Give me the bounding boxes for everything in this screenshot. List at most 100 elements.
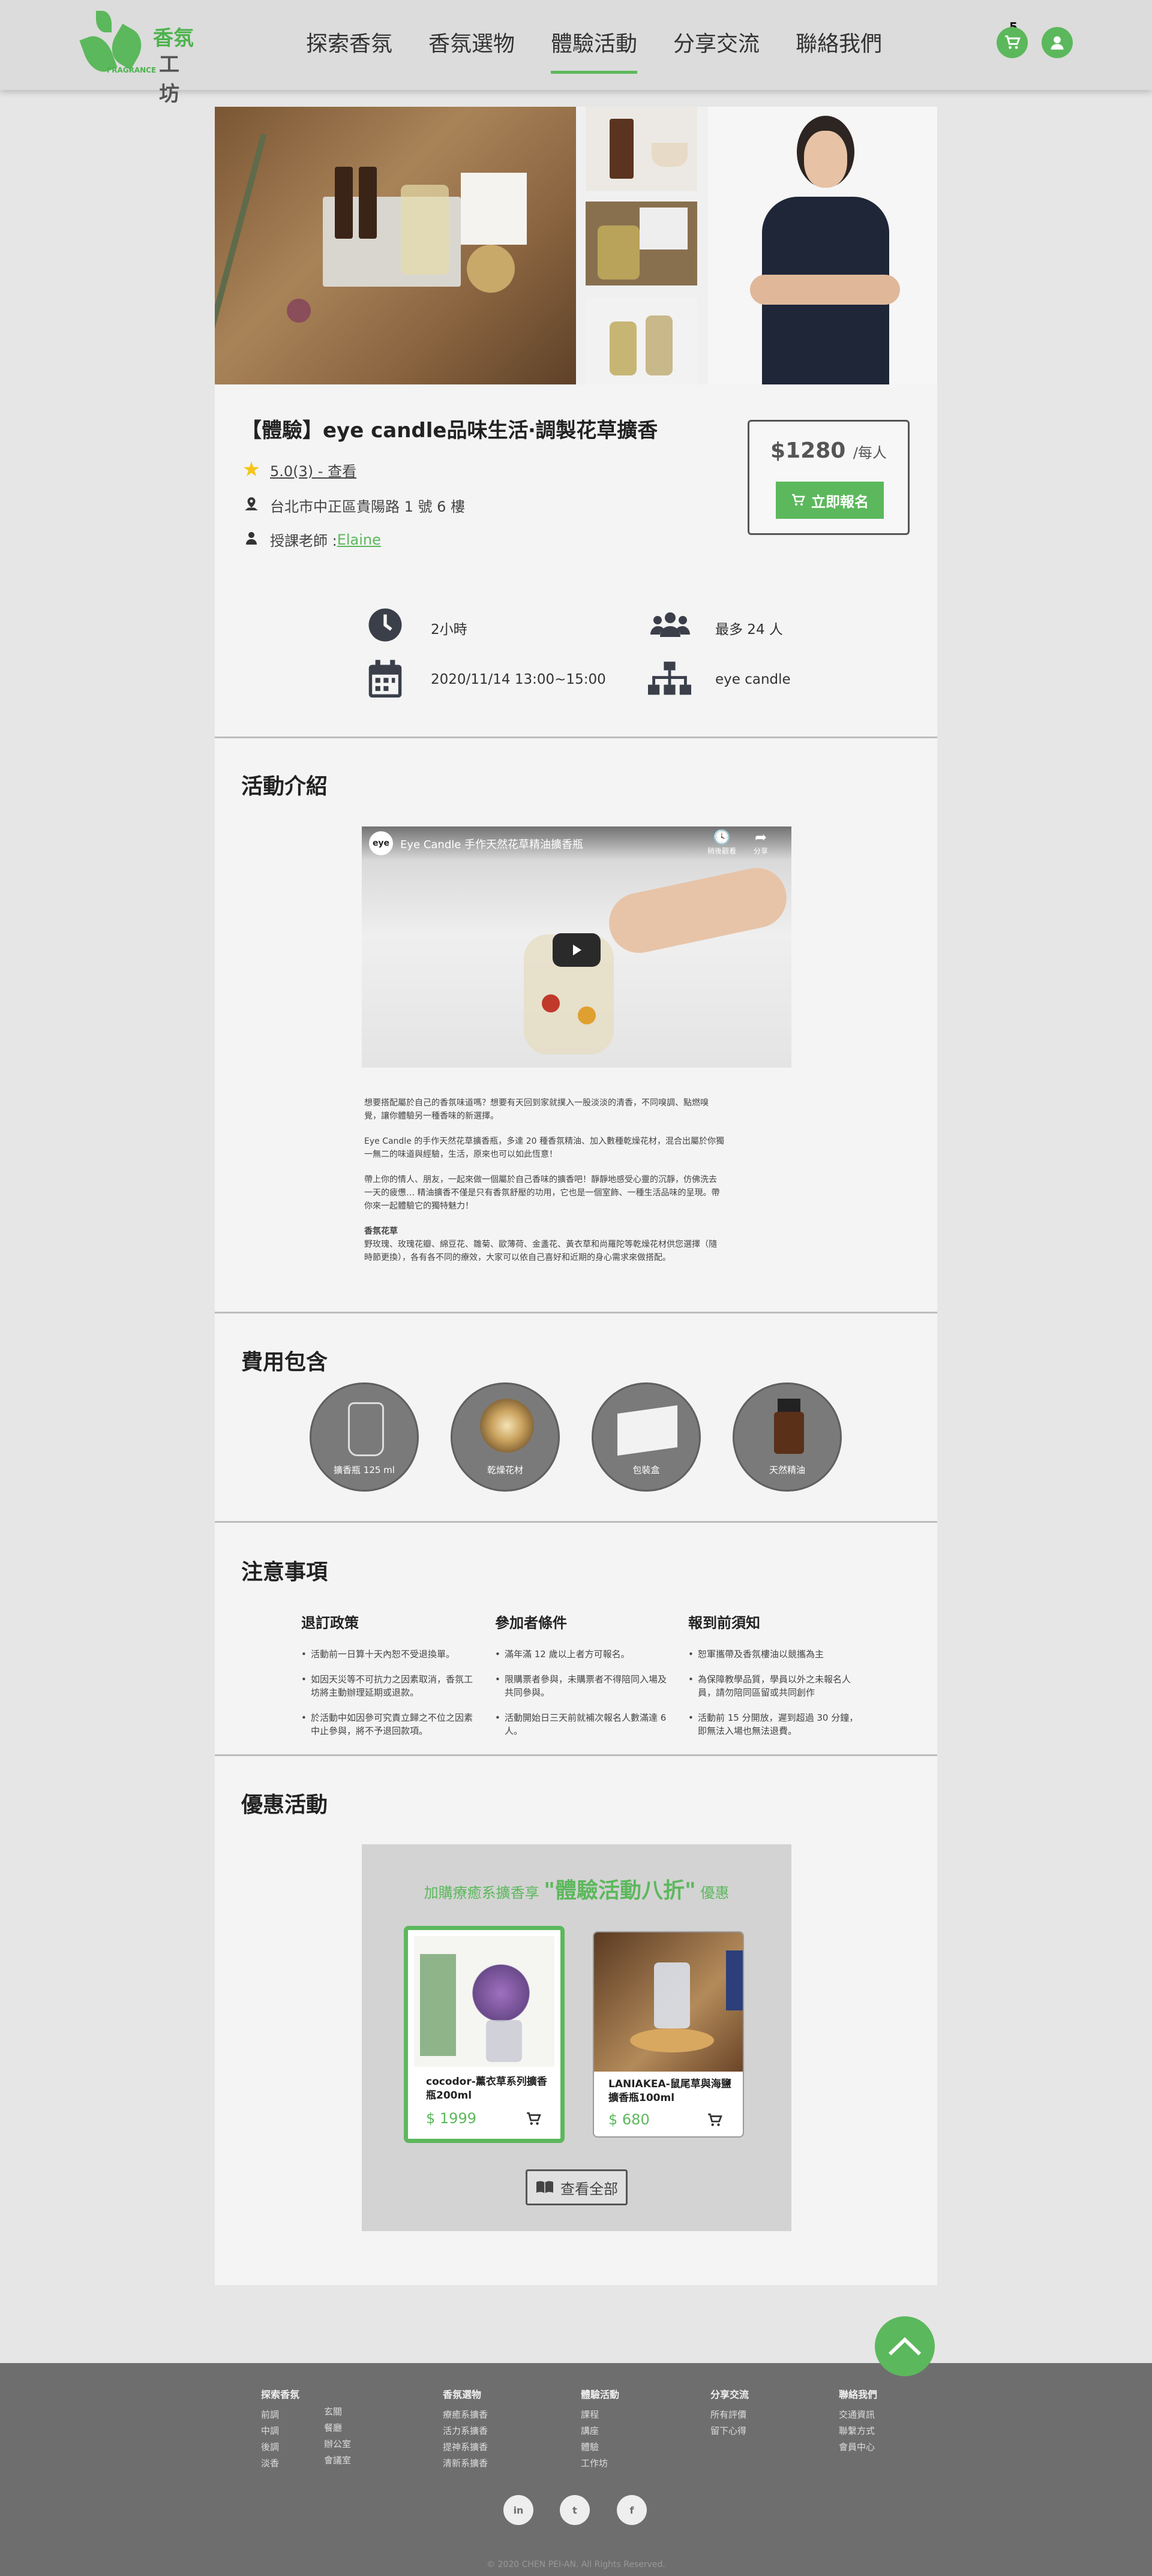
photo-gallery xyxy=(215,107,937,384)
footer-link[interactable]: 後調 xyxy=(261,2439,299,2455)
thumb-photo-1[interactable] xyxy=(586,107,697,191)
footer-column-share: 分享交流 所有評價 留下心得 xyxy=(710,2386,749,2439)
share-button[interactable]: ➦ 分享 xyxy=(746,829,776,856)
apply-button[interactable]: 立即報名 xyxy=(776,482,884,519)
footer-link[interactable]: 前調 xyxy=(261,2407,299,2423)
fee-item-label: 包裝盒 xyxy=(632,1465,660,1475)
promo-banner-suffix: 優惠 xyxy=(695,1884,730,1901)
back-to-top-button[interactable] xyxy=(875,2316,935,2376)
product-image[interactable] xyxy=(594,1932,743,2072)
person-icon xyxy=(241,531,262,549)
footer-link[interactable]: 會議室 xyxy=(324,2452,351,2469)
product-image[interactable] xyxy=(414,1936,554,2067)
teacher-label: 授課老師 : xyxy=(270,533,337,549)
site-footer xyxy=(0,2363,1152,2576)
view-all-label: 查看全部 xyxy=(560,2180,618,2198)
channel-avatar[interactable]: eye xyxy=(369,831,393,855)
cart-button[interactable] xyxy=(997,27,1028,58)
footer-link[interactable]: 玄關 xyxy=(324,2404,351,2420)
footer-link[interactable]: 講座 xyxy=(581,2423,619,2439)
notes-item: 活動開始日三天前就補次報名人數滿達 6 人。 xyxy=(495,1711,669,1738)
footer-link[interactable]: 課程 xyxy=(581,2407,619,2423)
nav-share[interactable]: 分享交流 xyxy=(673,26,760,74)
footer-link[interactable]: 活力系擴香 xyxy=(443,2423,488,2439)
footer-link[interactable]: 淡香 xyxy=(261,2455,299,2472)
view-all-button[interactable]: 查看全部 xyxy=(526,2169,628,2205)
capacity-text: 最多 24 人 xyxy=(715,622,783,638)
footer-link[interactable]: 提神系擴香 xyxy=(443,2439,488,2455)
cart-icon xyxy=(792,494,805,506)
box-icon xyxy=(617,1405,677,1456)
product-price: $ 680 xyxy=(608,2111,650,2128)
chevron-up-icon xyxy=(888,2337,922,2356)
section-divider xyxy=(215,1521,937,1523)
intro-paragraph: 帶上你的情人、朋友，一起來做一個屬於自己香味的擴香吧！靜靜地感受心靈的沉靜，仿佛… xyxy=(364,1175,720,1211)
footer-link[interactable]: 體驗 xyxy=(581,2439,619,2455)
user-button[interactable] xyxy=(1042,27,1073,58)
footer-link[interactable]: 清新系擴香 xyxy=(443,2455,488,2472)
calendar-icon xyxy=(367,660,403,703)
footer-column-contact: 聯絡我們 交通資訊 聯繫方式 會員中心 xyxy=(839,2386,877,2455)
video-title[interactable]: Eye Candle 手作天然花草精油擴香瓶 xyxy=(400,836,583,852)
footer-link[interactable]: 交通資訊 xyxy=(839,2407,877,2423)
notes-heading: 退訂政策 xyxy=(301,1615,359,1631)
footer-link[interactable]: 辦公室 xyxy=(324,2436,351,2452)
price-unit: /每人 xyxy=(853,444,887,461)
main-nav: 探索香氛 香氛選物 體驗活動 分享交流 聯絡我們 xyxy=(306,26,882,74)
section-divider xyxy=(215,737,937,738)
notes-heading: 報到前須知 xyxy=(688,1615,760,1631)
add-to-cart-icon[interactable] xyxy=(707,2112,722,2130)
footer-link[interactable]: 工作坊 xyxy=(581,2455,619,2472)
nav-products[interactable]: 香氛選物 xyxy=(428,26,515,74)
nav-experiences[interactable]: 體驗活動 xyxy=(551,26,638,74)
footer-heading: 探索香氛 xyxy=(261,2389,300,2400)
organization-icon xyxy=(648,661,691,701)
rating-link[interactable]: 5.0(3) - 查看 xyxy=(270,459,356,480)
product-card[interactable]: LANIAKEA-鼠尾草與海鹽擴香瓶100ml $ 680 xyxy=(593,1931,744,2138)
facebook-icon[interactable]: f xyxy=(617,2495,647,2525)
product-name[interactable]: cocodor-薰衣草系列擴香瓶200ml xyxy=(426,2075,552,2103)
teacher-photo[interactable] xyxy=(708,107,937,384)
play-icon xyxy=(573,945,581,955)
footer-heading xyxy=(324,2386,351,2398)
notes-item: 活動前 15 分開放，遲到超過 30 分鐘，即無法入場也無法退費。 xyxy=(688,1711,862,1738)
play-button[interactable] xyxy=(553,933,601,967)
notes-heading: 參加者條件 xyxy=(495,1615,567,1631)
footer-heading: 聯絡我們 xyxy=(839,2389,878,2400)
notes-item: 為保障教學品質，學員以外之未報名人員，請勿陪同區留或共同創作 xyxy=(688,1673,862,1699)
footer-link[interactable]: 所有評價 xyxy=(710,2407,749,2423)
nav-contact[interactable]: 聯絡我們 xyxy=(796,26,882,74)
cart-icon xyxy=(1005,35,1021,49)
fee-item-box: 包裝盒 xyxy=(592,1382,701,1492)
logo-leaf-top xyxy=(96,11,112,32)
footer-link[interactable]: 會員中心 xyxy=(839,2439,877,2455)
add-to-cart-icon[interactable] xyxy=(526,2111,541,2129)
footer-link[interactable]: 留下心得 xyxy=(710,2423,749,2439)
intro-subtitle: 香氛花草 xyxy=(364,1227,398,1236)
teacher-link[interactable]: Elaine xyxy=(337,531,381,548)
footer-link[interactable]: 中調 xyxy=(261,2423,299,2439)
address-row: 台北市中正區貴陽路 1 號 6 樓 xyxy=(241,495,658,516)
promo-banner: 加購療癒系擴香享 "體驗活動八折" 優惠 xyxy=(362,1873,791,1904)
datetime-text: 2020/11/14 13:00~15:00 xyxy=(431,672,606,687)
logo[interactable]: 香氛 工坊 FRAGRANCE xyxy=(78,11,198,106)
main-photo[interactable] xyxy=(215,107,576,384)
nav-explore[interactable]: 探索香氛 xyxy=(306,26,392,74)
promo-title: 優惠活動 xyxy=(241,1793,328,1817)
thumb-photo-3[interactable] xyxy=(586,297,697,384)
twitter-icon[interactable]: t xyxy=(560,2495,590,2525)
footer-link[interactable]: 餐廳 xyxy=(324,2420,351,2436)
flower-icon xyxy=(480,1399,534,1453)
linkedin-icon[interactable]: in xyxy=(503,2495,533,2525)
footer-link[interactable]: 聯繫方式 xyxy=(839,2423,877,2439)
watch-later-button[interactable]: 🕓 稍後觀看 xyxy=(705,829,739,856)
teacher-row: 授課老師 : Elaine xyxy=(241,529,658,550)
clock-icon xyxy=(367,607,403,647)
video-player[interactable]: eye Eye Candle 手作天然花草精油擴香瓶 🕓 稍後觀看 ➦ 分享 xyxy=(362,826,791,1068)
product-card[interactable]: cocodor-薰衣草系列擴香瓶200ml $ 1999 xyxy=(404,1926,565,2143)
footer-link[interactable]: 療癒系擴香 xyxy=(443,2407,488,2423)
notes-item: 限購票者參與，未購票者不得陪同入場及共同參與。 xyxy=(495,1673,669,1699)
thumb-photo-2[interactable] xyxy=(586,202,697,285)
address-text: 台北市中正區貴陽路 1 號 6 樓 xyxy=(270,498,466,515)
product-name[interactable]: LANIAKEA-鼠尾草與海鹽擴香瓶100ml xyxy=(608,2078,734,2105)
